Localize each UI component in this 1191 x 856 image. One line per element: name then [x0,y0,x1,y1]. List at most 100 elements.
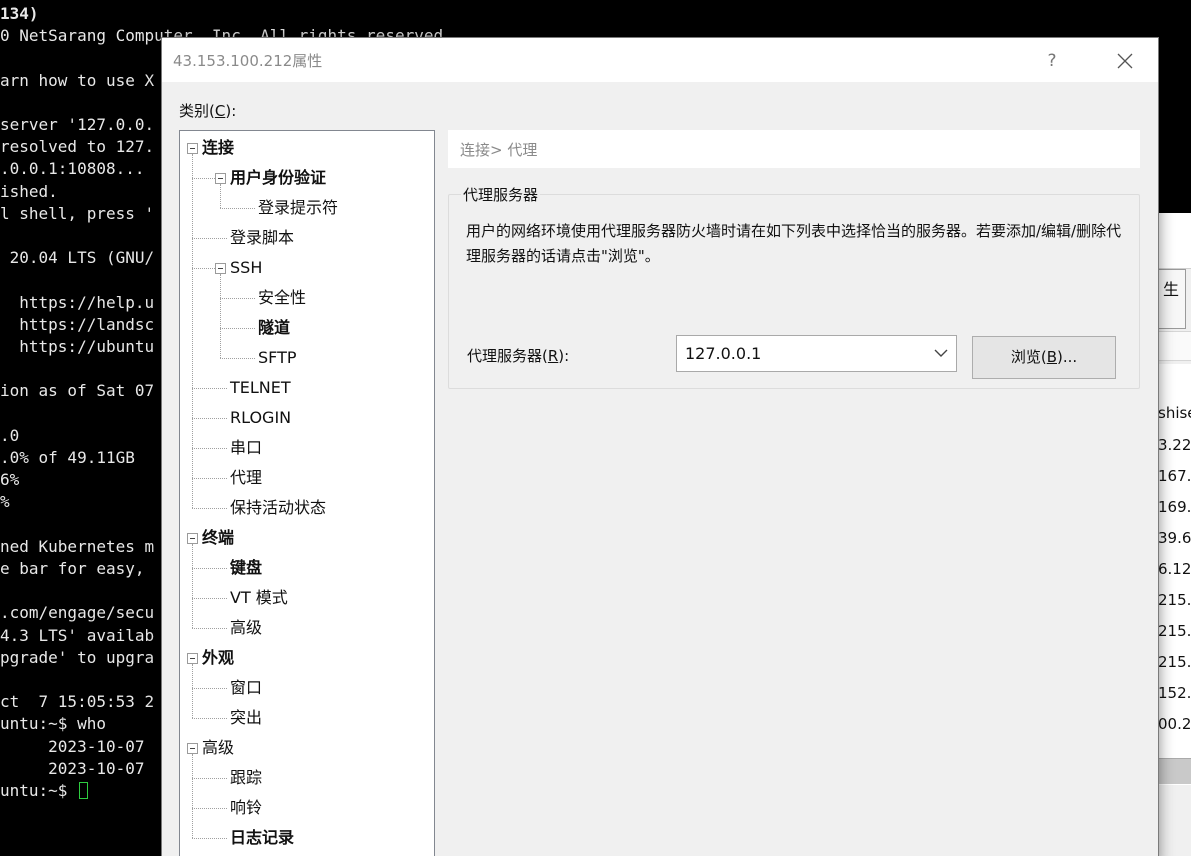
background-window-cell: 152. [1158,684,1191,702]
background-window-cell: 6.12 [1158,560,1191,578]
background-window: 生 shise 3.22 167. 169. 39.6 6.12 215. 215. 215.… [1156,213,1191,856]
terminal-line: .0.0.1:10808... [0,159,145,179]
background-window-field[interactable] [1158,331,1191,361]
background-window-cell: 215. [1158,653,1191,671]
tree-connector [192,664,193,718]
category-tree[interactable]: 连接 用户身份验证 登录提示符 登录脚本 SSH 安全性 隧道 SFTP TELNET RLOGI… [179,130,435,856]
tree-connector [192,754,193,838]
terminal-line: ished. [0,181,58,201]
tree-item[interactable]: 高级 [230,613,262,643]
tree-connector [192,598,227,599]
terminal-line: .0 [0,425,20,445]
tree-connector [192,688,227,689]
tree-connector [192,418,227,419]
browse-button[interactable]: 浏览(B)... [972,336,1116,379]
tree-connector [192,154,193,508]
tree-connector [192,778,227,779]
tree-item[interactable]: 键盘 [230,553,262,583]
terminal-line: .0% of 49.11GB [0,448,135,467]
background-window-cell: 169. [1158,498,1191,516]
terminal-line: .com/engage/secu [0,603,155,623]
tree-connector [220,358,255,359]
background-window-cell: 39.6 [1158,529,1191,547]
terminal-line: ct 7 15:05:53 2 [0,692,155,712]
terminal-line: https://ubuntu [0,337,155,356]
tree-connector [220,328,255,329]
tree-item[interactable]: 响铃 [230,793,262,823]
tree-connector [192,478,227,479]
group-title: 代理服务器 [461,184,541,205]
tree-connector [192,238,227,239]
collapse-toggle-icon[interactable] [187,143,198,154]
tree-connector [192,568,227,569]
collapse-toggle-icon[interactable] [215,263,226,274]
tree-connector [192,808,227,809]
background-window-list: shise 3.22 167. 169. 39.6 6.12 215. 215. 215. 15… [1158,364,1191,794]
terminal-line: 20.04 LTS (GNU/ [0,248,155,268]
tree-connector [192,178,215,179]
chevron-down-icon [934,349,948,357]
terminal-cursor [79,782,89,799]
tree-item[interactable]: 登录提示符 [258,193,338,223]
background-window-header [1158,213,1191,269]
tree-item[interactable]: 保持活动状态 [230,493,326,523]
tree-connector [192,508,227,509]
tree-item[interactable]: 跟踪 [230,763,262,793]
tree-item[interactable]: 日志记录 [230,823,294,853]
background-window-tab[interactable]: 生 [1156,269,1186,329]
collapse-toggle-icon[interactable] [187,653,198,664]
terminal-line: e bar for easy, [0,559,145,578]
background-window-scrollbar[interactable] [1158,758,1191,784]
tree-connector [192,448,227,449]
tree-item[interactable]: 代理 [230,463,262,493]
terminal-line: untu:~$ [0,780,89,802]
terminal-line: https://help.u [0,292,155,312]
collapse-toggle-icon[interactable] [187,743,198,754]
proxy-server-select[interactable]: 127.0.0.1 [676,335,957,372]
dialog-title: 43.153.100.212属性 [173,52,323,70]
tree-item[interactable]: 终端 [202,523,234,553]
tree-item[interactable]: 登录脚本 [230,223,294,253]
category-label: 类别(C): [179,102,237,120]
collapse-toggle-icon[interactable] [215,173,226,184]
tree-item[interactable]: 突出 [230,703,262,733]
terminal-line: ned Kubernetes m [0,536,155,556]
tree-item[interactable]: RLOGIN [230,403,291,433]
tree-item[interactable]: 连接 [202,133,234,163]
breadcrumb: 连接> 代理 [460,141,538,159]
background-window-cell: 167. [1158,467,1191,485]
help-button[interactable]: ? [1030,46,1074,76]
tree-item[interactable]: TELNET [230,373,291,403]
tree-item[interactable]: 外观 [202,643,234,673]
tree-connector [192,628,227,629]
tree-item[interactable]: 窗口 [230,673,262,703]
background-window-cell: 3.22 [1158,436,1191,454]
background-window-cell: 215. [1158,622,1191,640]
proxy-server-group: 代理服务器 用户的网络环境使用代理服务器防火墙时请在如下列表中选择恰当的服务器。… [448,184,1140,389]
tree-item[interactable]: 串口 [230,433,262,463]
group-description: 用户的网络环境使用代理服务器防火墙时请在如下列表中选择恰当的服务器。若要添加/编… [466,222,1122,265]
tree-item[interactable]: SFTP [258,343,297,373]
terminal-line: 6% [0,470,20,490]
breadcrumb-bar: 连接> 代理 [448,130,1140,168]
terminal-line: l shell, press ' [0,203,155,223]
close-button[interactable] [1102,46,1148,76]
collapse-toggle-icon[interactable] [187,533,198,544]
proxy-server-label: 代理服务器(R): [467,347,570,365]
tree-item[interactable]: 高级 [202,733,234,763]
terminal-line: pgrade' to upgra [0,647,155,667]
terminal-line: arn how to use X [0,70,155,90]
dialog-titlebar[interactable]: 43.153.100.212属性 ? [162,38,1158,82]
terminal-line: resolved to 127. [0,137,155,157]
tree-connector [220,274,221,358]
tree-item[interactable]: 用户身份验证 [230,163,326,193]
tree-item[interactable]: 隧道 [258,313,290,343]
tree-connector [192,544,193,628]
terminal-line: server '127.0.0. [0,115,155,134]
tree-item[interactable]: 安全性 [258,283,306,313]
tree-connector [192,718,227,719]
tree-item[interactable]: SSH [230,253,262,283]
background-window-column-header: shise [1158,404,1191,422]
properties-dialog: 43.153.100.212属性 ? 类别(C): 连接 用户身份验证 登录提示符登… [161,37,1159,856]
tree-item[interactable]: VT 模式 [230,583,288,613]
